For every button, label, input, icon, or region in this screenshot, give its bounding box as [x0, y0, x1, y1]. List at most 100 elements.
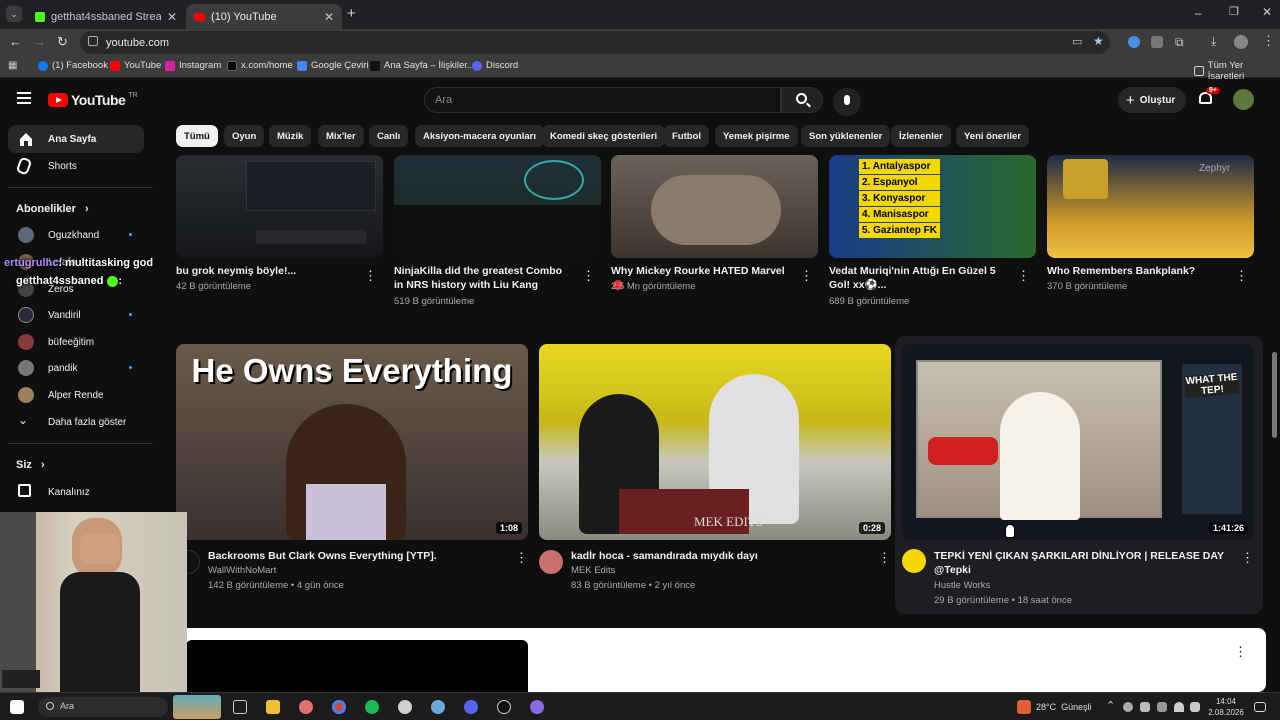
- chip-recently-uploaded[interactable]: Son yüklenenler: [801, 125, 891, 147]
- video-title[interactable]: NinjaKilla did the greatest Combo in NRS…: [394, 264, 574, 292]
- chrome-icon[interactable]: [332, 700, 346, 714]
- bookmark-instagram[interactable]: Instagram: [165, 60, 221, 71]
- video-thumbnail[interactable]: 1. Antalyaspor 2. Espanyol 3. Konyaspor …: [829, 155, 1036, 258]
- sidebar-item-home[interactable]: Ana Sayfa: [8, 125, 144, 153]
- chip-all[interactable]: Tümü: [176, 125, 218, 147]
- chip-music[interactable]: Müzik: [269, 125, 312, 147]
- bookmark-star-icon[interactable]: ★: [1093, 34, 1104, 48]
- tab-kick[interactable]: getthat4ssbaned Stream - Kick ✕: [27, 4, 185, 29]
- channel-avatar[interactable]: [539, 550, 563, 574]
- more-options-icon[interactable]: ⋮: [1235, 269, 1248, 283]
- sidebar-sub[interactable]: Alper Rende: [8, 381, 144, 409]
- video-title[interactable]: kadİr hoca - samandıradа mıydık dayı: [571, 549, 871, 563]
- taskbar-search[interactable]: Ara: [38, 697, 168, 717]
- close-tab-icon[interactable]: ✕: [324, 10, 334, 24]
- chip-comedy-sketches[interactable]: Komedi skeç gösterileri: [542, 125, 666, 147]
- weather-text[interactable]: 28°C Güneşli: [1036, 702, 1092, 712]
- video-title[interactable]: TEPKİ YENİ ÇIKAN ŞARKILARI DİNLİYOR | RE…: [934, 549, 1224, 577]
- more-options-icon[interactable]: ⋮: [878, 551, 891, 565]
- tab-search-icon[interactable]: ⌄: [6, 6, 22, 22]
- chip-cooking[interactable]: Yemek pişirme: [715, 125, 798, 147]
- task-view-icon[interactable]: [233, 700, 247, 714]
- notifications-button[interactable]: 9+: [1197, 87, 1220, 108]
- bookmark-youtube[interactable]: YouTube: [110, 60, 161, 71]
- chip-live[interactable]: Canlı: [369, 125, 409, 147]
- you-header[interactable]: Siz ›: [16, 459, 45, 471]
- search-button[interactable]: [781, 87, 823, 113]
- close-tab-icon[interactable]: ✕: [167, 10, 177, 24]
- restore-icon[interactable]: ❐: [1229, 5, 1239, 18]
- create-button[interactable]: + Oluştur: [1118, 87, 1186, 113]
- app-icon[interactable]: [398, 700, 412, 714]
- chip-new-to-you[interactable]: Yeni öneriler: [956, 125, 1030, 147]
- bookmark-facebook[interactable]: (1) Facebook: [38, 60, 108, 71]
- back-icon[interactable]: ←: [9, 34, 22, 49]
- wifi-icon[interactable]: [1174, 702, 1184, 712]
- bookmark-ana-sayfa[interactable]: Ana Sayfa – İlişkiler...: [370, 60, 475, 71]
- url-field[interactable]: youtube.com ▭ ★: [80, 31, 1110, 54]
- sidebar-item-shorts[interactable]: Shorts: [8, 152, 144, 180]
- video-title[interactable]: Who Remembers Bankplank?: [1047, 264, 1227, 278]
- app-icon[interactable]: [431, 700, 445, 714]
- more-options-icon[interactable]: ⋮: [515, 551, 528, 565]
- minimize-icon[interactable]: –: [1195, 6, 1202, 20]
- file-explorer-icon[interactable]: [266, 700, 280, 714]
- apps-grid-icon[interactable]: ▦: [8, 60, 17, 71]
- more-options-icon[interactable]: ⋮: [364, 269, 377, 283]
- app-icon[interactable]: [299, 700, 313, 714]
- cast-icon[interactable]: ▭: [1072, 35, 1082, 48]
- new-tab-button[interactable]: +: [347, 5, 356, 22]
- sidebar-sub[interactable]: büfeeğitim: [8, 328, 144, 356]
- chip-watched[interactable]: İzlenenler: [891, 125, 951, 147]
- tab-youtube[interactable]: (10) YouTube ✕: [186, 4, 342, 29]
- sidebar-sub[interactable]: Oguzkhand: [8, 221, 144, 249]
- show-more-button[interactable]: ⌄ Daha fazla göster: [8, 408, 144, 436]
- channel-name[interactable]: WallWithNoMart: [208, 563, 276, 578]
- video-thumbnail[interactable]: [611, 155, 818, 258]
- sidebar-sub[interactable]: Vandiril: [8, 301, 144, 329]
- chip-mixes[interactable]: Mix'ler: [318, 125, 364, 147]
- clock[interactable]: 14:04 2.08.2026: [1208, 696, 1244, 718]
- close-window-icon[interactable]: ✕: [1262, 5, 1272, 19]
- windows-start-icon[interactable]: [10, 700, 24, 714]
- video-thumbnail[interactable]: Zephyr: [1047, 155, 1254, 258]
- sidebar-item-your-channel[interactable]: Kanalınız: [8, 478, 144, 506]
- forward-icon[interactable]: →: [33, 34, 46, 49]
- video-thumbnail[interactable]: WHAT THE TEP! 1:41:26: [902, 344, 1254, 540]
- bookmark-discord[interactable]: Discord: [472, 60, 518, 71]
- chip-football[interactable]: Futbol: [664, 125, 710, 147]
- hamburger-menu-icon[interactable]: [17, 92, 31, 104]
- download-icon[interactable]: ⤓: [1211, 34, 1216, 49]
- search-input[interactable]: Ara: [424, 87, 781, 113]
- tray-icon[interactable]: [1140, 702, 1150, 712]
- profile-icon[interactable]: [1234, 35, 1248, 49]
- channel-name[interactable]: MEK Edits: [571, 563, 615, 578]
- video-title[interactable]: Vedat Muriqi'nin Attığı En Güzel 5 Gol! …: [829, 264, 1014, 292]
- avatar[interactable]: [1233, 89, 1254, 110]
- voice-search-button[interactable]: [833, 88, 861, 116]
- discord-icon[interactable]: [464, 700, 478, 714]
- subscriptions-header[interactable]: Abonelikler ›: [16, 203, 89, 215]
- more-options-icon[interactable]: ⋮: [800, 269, 813, 283]
- tray-icon[interactable]: [1123, 702, 1133, 712]
- puzzle-icon[interactable]: ⧉: [1175, 35, 1184, 50]
- notification-center-icon[interactable]: [1254, 702, 1266, 712]
- video-title[interactable]: bu grok neymiş böyle!...: [176, 264, 356, 278]
- video-thumbnail[interactable]: [394, 155, 601, 258]
- search-highlight-image[interactable]: [173, 695, 221, 719]
- video-thumbnail[interactable]: He Owns Everything 1:08: [176, 344, 528, 540]
- more-options-icon[interactable]: ⋮: [1017, 269, 1030, 283]
- extension-icon[interactable]: [1151, 36, 1163, 48]
- ad-card[interactable]: ⋮: [176, 628, 1266, 692]
- reload-icon[interactable]: ↻: [57, 34, 68, 50]
- video-thumbnail[interactable]: [176, 155, 383, 258]
- more-options-icon[interactable]: ⋮: [1241, 551, 1254, 565]
- extension-icon[interactable]: [1128, 36, 1140, 48]
- sidebar-sub[interactable]: pandik: [8, 354, 144, 382]
- app-icon[interactable]: [497, 700, 511, 714]
- channel-name[interactable]: Hustle Works: [934, 578, 990, 593]
- tray-icon[interactable]: [1157, 702, 1167, 712]
- spotify-icon[interactable]: [365, 700, 379, 714]
- channel-avatar[interactable]: [902, 549, 926, 573]
- chip-gaming[interactable]: Oyun: [224, 125, 265, 147]
